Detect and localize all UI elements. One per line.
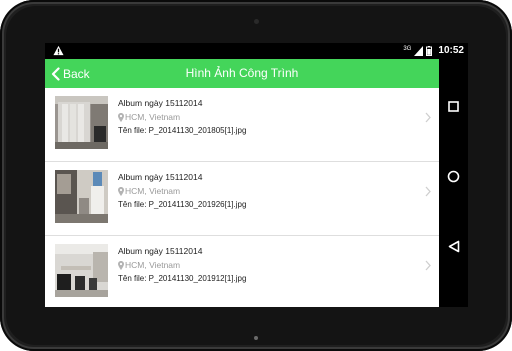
item-title: Album ngày 15112014 xyxy=(118,172,203,182)
item-title: Album ngày 15112014 xyxy=(118,246,203,256)
recents-square-icon xyxy=(448,101,459,112)
item-filename: Tên file: P_20141130_201912[1].jpg xyxy=(118,274,247,283)
location-pin-icon xyxy=(118,112,124,122)
network-type: 3G xyxy=(403,46,412,52)
item-filename: Tên file: P_20141130_201926[1].jpg xyxy=(118,200,247,209)
warning-icon xyxy=(53,45,64,56)
album-list: Album ngày 15112014 HCM, Vietnam Tên fil… xyxy=(45,88,439,307)
app-bar: Back Hình Ảnh Công Trình xyxy=(45,59,439,88)
album-thumbnail xyxy=(55,96,108,149)
chevron-right-icon xyxy=(425,260,431,271)
album-thumbnail xyxy=(55,244,108,297)
system-nav-bar xyxy=(439,59,468,307)
status-clock: 10:52 xyxy=(438,45,464,56)
list-item[interactable]: Album ngày 15112014 HCM, Vietnam Tên fil… xyxy=(45,236,439,307)
status-indicators: 3G 10:52 xyxy=(403,45,464,57)
list-item[interactable]: Album ngày 15112014 HCM, Vietnam Tên fil… xyxy=(45,88,439,162)
location-pin-icon xyxy=(118,260,124,270)
signal-icon xyxy=(414,46,424,56)
chevron-left-icon xyxy=(51,66,60,81)
system-back-button[interactable] xyxy=(443,237,464,258)
home-circle-icon xyxy=(447,170,460,183)
item-location: HCM, Vietnam xyxy=(118,186,180,196)
home-button[interactable] xyxy=(443,167,464,188)
page-title: Hình Ảnh Công Trình xyxy=(185,66,299,80)
tablet-frame: 3G 10:52 Back Hình Ảnh Công Trình Album … xyxy=(0,0,512,351)
bezel-dot xyxy=(254,336,258,340)
screen: 3G 10:52 Back Hình Ảnh Công Trình Album … xyxy=(45,43,468,307)
item-location: HCM, Vietnam xyxy=(118,112,180,122)
location-pin-icon xyxy=(118,186,124,196)
item-location: HCM, Vietnam xyxy=(118,260,180,270)
list-item[interactable]: Album ngày 15112014 HCM, Vietnam Tên fil… xyxy=(45,162,439,236)
chevron-right-icon xyxy=(425,186,431,197)
status-bar: 3G 10:52 xyxy=(45,43,468,59)
back-button[interactable]: Back xyxy=(51,59,90,88)
item-location-text: HCM, Vietnam xyxy=(125,186,181,196)
battery-icon xyxy=(426,46,433,56)
item-filename: Tên file: P_20141130_201805[1].jpg xyxy=(118,126,247,135)
item-location-text: HCM, Vietnam xyxy=(125,260,181,270)
item-location-text: HCM, Vietnam xyxy=(125,112,181,122)
back-triangle-icon xyxy=(448,240,459,253)
album-thumbnail xyxy=(55,170,108,223)
back-label: Back xyxy=(63,66,90,81)
recents-button[interactable] xyxy=(443,98,464,119)
item-title: Album ngày 15112014 xyxy=(118,98,203,108)
chevron-right-icon xyxy=(425,112,431,123)
front-camera xyxy=(254,19,259,24)
